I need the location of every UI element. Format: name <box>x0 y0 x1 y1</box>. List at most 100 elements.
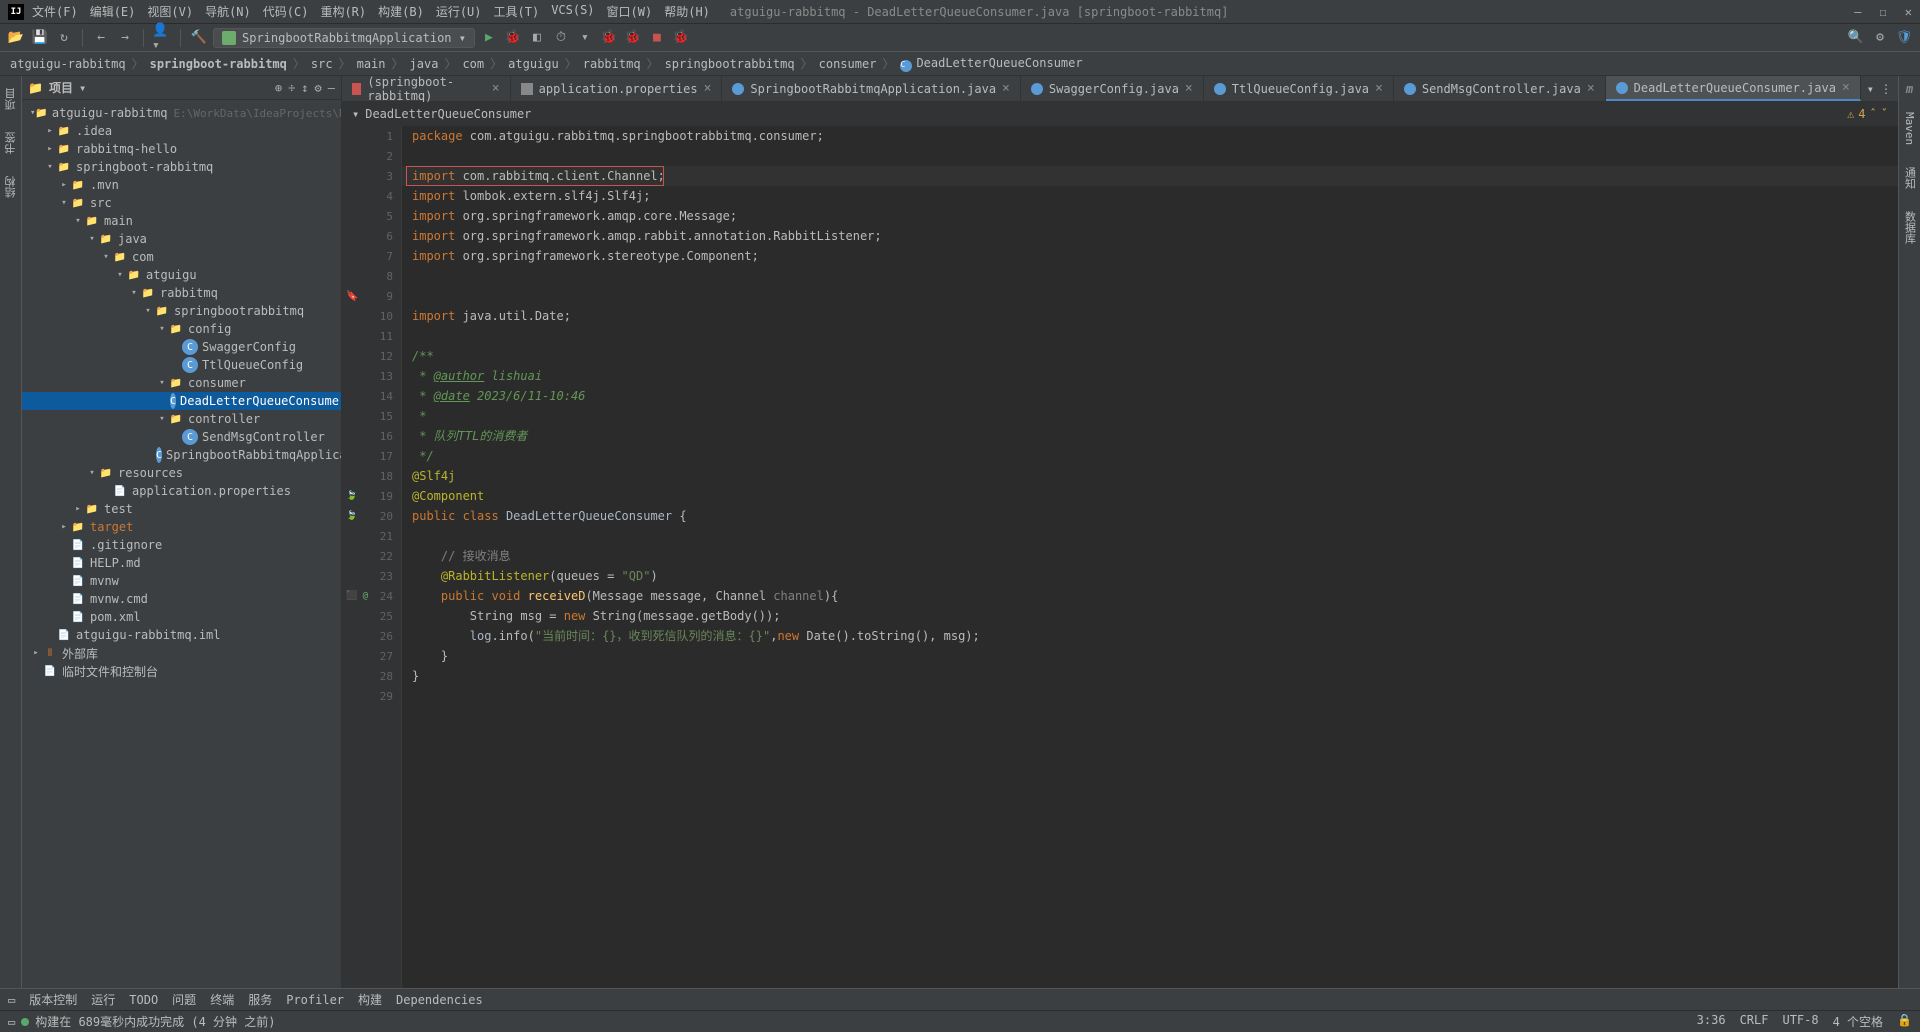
code-line[interactable]: String msg = new String(message.getBody(… <box>402 606 1898 626</box>
search-icon[interactable]: 🔍 <box>1846 28 1866 48</box>
tree-arrow-icon[interactable]: ▸ <box>58 180 70 190</box>
tree-node[interactable]: ▸📁rabbitmq-hello <box>22 140 341 158</box>
breadcrumb-item[interactable]: src <box>311 57 333 71</box>
file-encoding[interactable]: UTF-8 <box>1782 1013 1818 1030</box>
left-tab-bookmarks[interactable]: 书签 <box>1 126 21 160</box>
tree-node[interactable]: 📄.gitignore <box>22 536 341 554</box>
code-line[interactable]: // 接收消息 <box>402 546 1898 566</box>
line-number[interactable]: 21 <box>342 526 401 546</box>
inspection-status[interactable]: ⚠ 4 ˆ ˇ <box>1847 107 1888 121</box>
run-config-dropdown[interactable]: SpringbootRabbitmqApplication ▾ <box>213 28 475 48</box>
code-line[interactable]: import lombok.extern.slf4j.Slf4j; <box>402 186 1898 206</box>
line-separator[interactable]: CRLF <box>1740 1013 1769 1030</box>
tree-node[interactable]: CSpringbootRabbitmqApplication <box>22 446 341 464</box>
bottom-hide-icon[interactable]: ▭ <box>8 993 15 1007</box>
editor-tab[interactable]: application.properties× <box>511 76 723 101</box>
code-line[interactable]: @Slf4j <box>402 466 1898 486</box>
breadcrumb-item[interactable]: main <box>357 57 386 71</box>
menu-item[interactable]: 帮助(H) <box>664 3 710 20</box>
line-number[interactable]: 8 <box>342 266 401 286</box>
menu-item[interactable]: 运行(U) <box>436 3 482 20</box>
breadcrumb-item[interactable]: rabbitmq <box>583 57 641 71</box>
left-tab-project[interactable]: 项目 <box>1 82 21 116</box>
maven-m-icon[interactable]: m <box>1906 82 1913 96</box>
tree-node[interactable]: ▾📁java <box>22 230 341 248</box>
code-line[interactable]: @Component <box>402 486 1898 506</box>
menu-item[interactable]: VCS(S) <box>551 3 594 20</box>
right-tab-notifications[interactable]: 通知 <box>1900 161 1920 195</box>
code-line[interactable]: import org.springframework.stereotype.Co… <box>402 246 1898 266</box>
tree-node[interactable]: ▾📁atguigu <box>22 266 341 284</box>
line-number[interactable]: 1 <box>342 126 401 146</box>
bug-red2-icon[interactable]: 🐞 <box>623 28 643 48</box>
tree-arrow-icon[interactable]: ▸ <box>30 648 42 658</box>
tree-node[interactable]: CTtlQueueConfig <box>22 356 341 374</box>
code-line[interactable] <box>402 326 1898 346</box>
tree-node[interactable]: 📄mvnw.cmd <box>22 590 341 608</box>
tab-more-icon[interactable]: ⋮ <box>1880 82 1892 96</box>
code-line[interactable] <box>402 526 1898 546</box>
code-line[interactable]: * @date 2023/6/11-10:46 <box>402 386 1898 406</box>
code-line[interactable]: /** <box>402 346 1898 366</box>
code-editor[interactable]: package com.atguigu.rabbitmq.springbootr… <box>402 126 1898 988</box>
menu-item[interactable]: 窗口(W) <box>607 3 653 20</box>
line-number[interactable]: 24⬛ @ <box>342 586 401 606</box>
tree-node[interactable]: 📄application.properties <box>22 482 341 500</box>
tree-arrow-icon[interactable]: ▾ <box>128 288 140 298</box>
tab-close-icon[interactable]: × <box>492 81 500 96</box>
bottom-tool-item[interactable]: TODO <box>129 993 158 1007</box>
line-number[interactable]: 28 <box>342 666 401 686</box>
coverage-icon[interactable]: ◧ <box>527 28 547 48</box>
target-icon[interactable]: ⊕ <box>275 81 282 95</box>
tree-node[interactable]: ▸📁.mvn <box>22 176 341 194</box>
tree-node[interactable]: ▾📁consumer <box>22 374 341 392</box>
line-number[interactable]: 12 <box>342 346 401 366</box>
code-area[interactable]: 123456789🔖10111213141516171819🍃20🍃212223… <box>342 126 1898 988</box>
line-number[interactable]: 29 <box>342 686 401 706</box>
chevron-up-icon[interactable]: ˆ <box>1870 107 1877 121</box>
bottom-tool-item[interactable]: 版本控制 <box>29 991 77 1008</box>
line-number[interactable]: 25 <box>342 606 401 626</box>
tree-arrow-icon[interactable]: ▾ <box>72 216 84 226</box>
attach-icon[interactable]: ▾ <box>575 28 595 48</box>
tree-arrow-icon[interactable]: ▾ <box>156 324 168 334</box>
breadcrumb-item[interactable]: com <box>462 57 484 71</box>
menu-item[interactable]: 代码(C) <box>263 3 309 20</box>
tree-node[interactable]: ▾📁springbootrabbitmq <box>22 302 341 320</box>
line-number[interactable]: 14 <box>342 386 401 406</box>
tab-close-icon[interactable]: × <box>704 81 712 96</box>
tree-node[interactable]: 📄HELP.md <box>22 554 341 572</box>
code-line[interactable]: * <box>402 406 1898 426</box>
tree-arrow-icon[interactable]: ▾ <box>58 198 70 208</box>
editor-tab[interactable]: SwaggerConfig.java× <box>1021 76 1204 101</box>
tab-close-icon[interactable]: × <box>1842 80 1850 95</box>
tree-arrow-icon[interactable]: ▾ <box>86 468 98 478</box>
breadcrumb-item[interactable]: java <box>410 57 439 71</box>
tree-node[interactable]: ▾📁atguigu-rabbitmqE:\WorkData\IdeaProjec… <box>22 104 341 122</box>
bug-red-icon[interactable]: 🐞 <box>599 28 619 48</box>
tab-close-icon[interactable]: × <box>1002 81 1010 96</box>
code-line[interactable]: import com.rabbitmq.client.Channel; <box>402 166 1898 186</box>
line-number[interactable]: 11 <box>342 326 401 346</box>
line-number[interactable]: 19🍃 <box>342 486 401 506</box>
line-number[interactable]: 20🍃 <box>342 506 401 526</box>
line-number[interactable]: 5 <box>342 206 401 226</box>
tab-close-icon[interactable]: × <box>1375 81 1383 96</box>
menu-item[interactable]: 导航(N) <box>205 3 251 20</box>
bookmark-icon[interactable]: 🔖 <box>346 291 358 302</box>
hide-icon[interactable]: — <box>328 81 335 95</box>
tab-list-icon[interactable]: ▾ <box>1867 82 1874 96</box>
menu-item[interactable]: 重构(R) <box>320 3 366 20</box>
line-number[interactable]: 26 <box>342 626 401 646</box>
cursor-position[interactable]: 3:36 <box>1697 1013 1726 1030</box>
code-line[interactable]: public class DeadLetterQueueConsumer { <box>402 506 1898 526</box>
right-tab-database[interactable]: 数据库 <box>1900 205 1920 250</box>
menu-item[interactable]: 构建(B) <box>378 3 424 20</box>
menu-item[interactable]: 文件(F) <box>32 3 78 20</box>
line-number[interactable]: 27 <box>342 646 401 666</box>
bottom-tool-item[interactable]: Profiler <box>286 993 344 1007</box>
breadcrumb-item[interactable]: springboot-rabbitmq <box>150 57 287 71</box>
tree-node[interactable]: 📄临时文件和控制台 <box>22 662 341 680</box>
tree-node[interactable]: 📄atguigu-rabbitmq.iml <box>22 626 341 644</box>
shield-icon[interactable]: 🛡 <box>1894 28 1914 48</box>
